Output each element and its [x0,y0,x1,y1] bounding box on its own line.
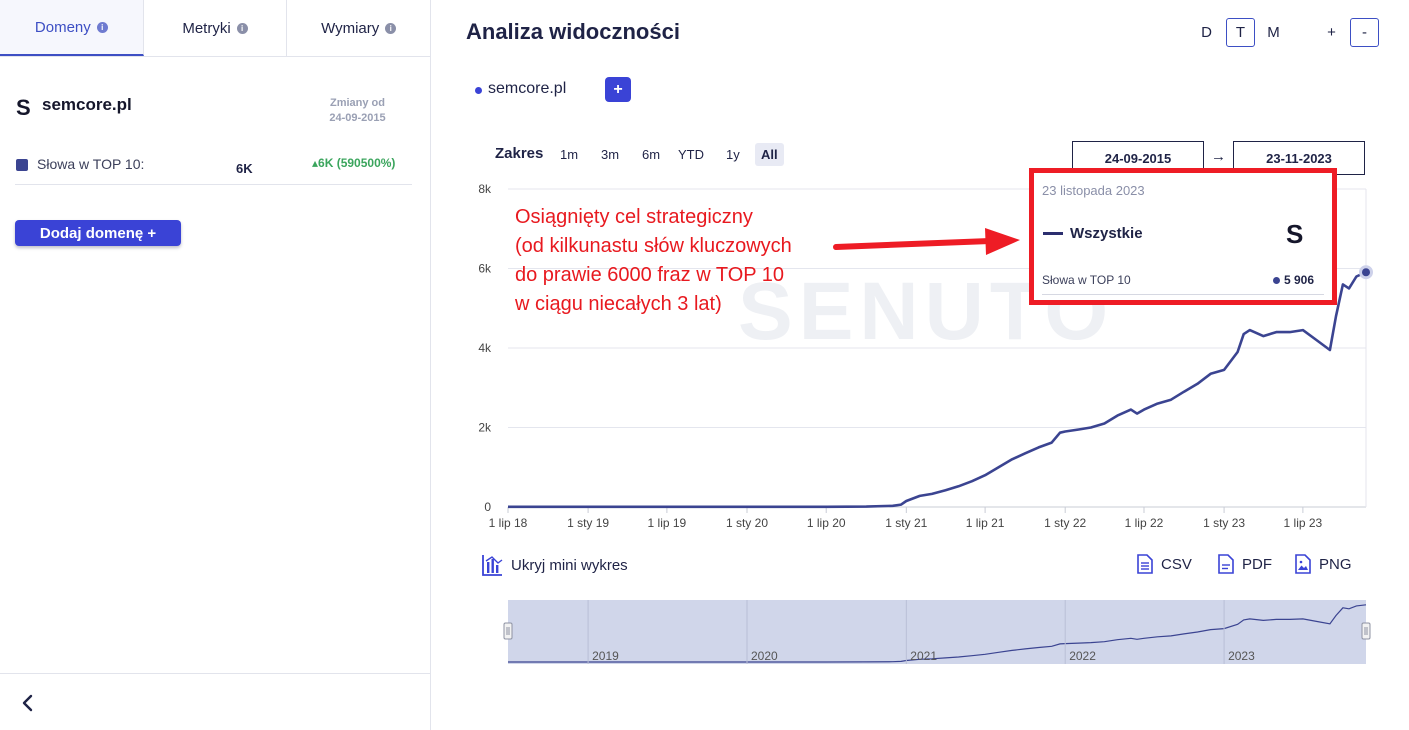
annotation-line: Osiągnięty cel strategiczny [515,206,753,228]
range-6m-button[interactable]: 6m [636,143,666,166]
x-tick-label: 1 sty 22 [1044,516,1086,530]
granularity-month-button[interactable]: M [1259,18,1288,47]
range-3m-button[interactable]: 3m [595,143,625,166]
tooltip-logo-icon: S [1286,219,1304,249]
x-tick-label: 1 sty 19 [567,516,609,530]
left-panel: Domeny i Metryki i Wymiary i S semcore.p… [0,0,431,730]
range-all-button[interactable]: All [755,143,784,166]
tab-label: Wymiary [321,19,380,37]
hover-point[interactable] [1359,265,1373,280]
series-name[interactable]: semcore.pl [488,80,566,98]
navigator-year-label: 2022 [1069,649,1096,663]
add-domain-button[interactable]: Dodaj domenę + [15,220,181,246]
metric-color-swatch [16,159,28,171]
tooltip-series: Wszystkie [1070,225,1143,242]
tooltip-metric-value: 5 906 [1284,273,1315,287]
range-1m-button[interactable]: 1m [554,143,584,166]
domain-name: semcore.pl [42,95,132,114]
annotation-line: (od kilkunastu słów kluczowych [515,235,792,257]
zoom-out-button[interactable]: - [1350,18,1379,47]
tooltip-metric-label: Słowa w TOP 10 [1042,273,1131,287]
range-label: Zakres [495,145,544,162]
y-tick-label: 8k [478,182,492,196]
metric-label: Słowa w TOP 10: [37,156,145,172]
zoom-in-button[interactable]: + [1317,18,1346,47]
navigator-year-label: 2021 [910,649,937,663]
x-tick-label: 1 sty 20 [726,516,768,530]
y-tick-label: 4k [478,341,492,355]
navigator-handle-left[interactable] [503,622,513,640]
navigator[interactable]: 2019 2020 2021 2022 2023 [503,600,1371,664]
panel-tabs: Domeny i Metryki i Wymiary i [0,0,430,57]
info-icon[interactable]: i [385,22,397,34]
chevron-left-icon[interactable] [18,692,38,714]
granularity-week-button[interactable]: T [1226,18,1255,47]
tooltip-date: 23 listopada 2023 [1042,183,1145,198]
metric-value: 6K [236,161,253,176]
info-icon[interactable]: i [236,22,248,34]
pdf-file-icon [1218,554,1234,574]
range-1y-button[interactable]: 1y [720,143,746,166]
navigator-year-label: 2020 [751,649,778,663]
page-title: Analiza widoczności [466,19,680,44]
x-tick-label: 1 lip 20 [807,516,846,530]
x-tick-label: 1 sty 23 [1203,516,1245,530]
tab-label: Domeny [34,18,91,36]
tab-metryki[interactable]: Metryki i [144,0,288,56]
metric-change: ▴6K (590500%) [312,156,396,170]
annotation-arrow-icon [833,228,1020,255]
annotation-line: do prawie 6000 fraz w TOP 10 [515,264,785,286]
x-tick-label: 1 lip 18 [489,516,528,530]
series-dot-icon [1273,277,1280,284]
hide-mini-chart-button[interactable]: Ukryj mini wykres [482,554,628,576]
export-label: PNG [1319,555,1352,573]
changes-label: Zmiany od [329,97,385,109]
navigator-handle-right[interactable] [1361,622,1371,640]
tab-label: Metryki [182,19,231,37]
domain-logo-icon: S [16,95,31,120]
x-tick-label: 1 lip 19 [648,516,687,530]
range-ytd-button[interactable]: YTD [672,143,710,166]
info-icon[interactable]: i [96,21,108,33]
granularity-day-button[interactable]: D [1192,18,1221,47]
hide-mini-chart-label: Ukryj mini wykres [511,556,628,574]
annotation-text: Osiągnięty cel strategiczny (od kilkunas… [515,203,792,319]
tab-wymiary[interactable]: Wymiary i [287,0,430,56]
export-pdf-button[interactable]: PDF [1218,554,1272,574]
x-tick-label: 1 lip 23 [1284,516,1323,530]
export-label: PDF [1242,555,1272,573]
csv-file-icon [1137,554,1153,574]
series-line-icon [1043,232,1063,235]
arrow-right-icon: → [1211,148,1226,165]
y-tick-label: 6k [478,262,492,276]
x-tick-label: 1 lip 22 [1125,516,1164,530]
changes-date: 24-09-2015 [329,112,386,124]
divider [1042,294,1324,295]
image-file-icon [1295,554,1311,574]
tab-domeny[interactable]: Domeny i [0,0,144,56]
divider [15,184,412,185]
annotation-line: w ciągu niecałych 3 lat) [515,293,722,315]
navigator-year-label: 2019 [592,649,619,663]
export-label: CSV [1161,555,1192,573]
divider [0,673,430,674]
series-dot-icon [475,87,482,94]
chart-tooltip: 23 listopada 2023 Wszystkie S Słowa w TO… [1029,168,1337,305]
y-tick-label: 0 [484,500,491,514]
x-tick-label: 1 lip 21 [966,516,1005,530]
export-csv-button[interactable]: CSV [1137,554,1192,574]
export-png-button[interactable]: PNG [1295,554,1352,574]
changes-since: Zmiany od 24-09-2015 [310,96,405,126]
y-tick-label: 2k [478,421,492,435]
add-series-button[interactable]: + [605,77,631,102]
navigator-year-label: 2023 [1228,649,1255,663]
bar-chart-icon [482,555,503,576]
app-window: Domeny i Metryki i Wymiary i S semcore.p… [0,0,1409,730]
x-tick-label: 1 sty 21 [885,516,927,530]
